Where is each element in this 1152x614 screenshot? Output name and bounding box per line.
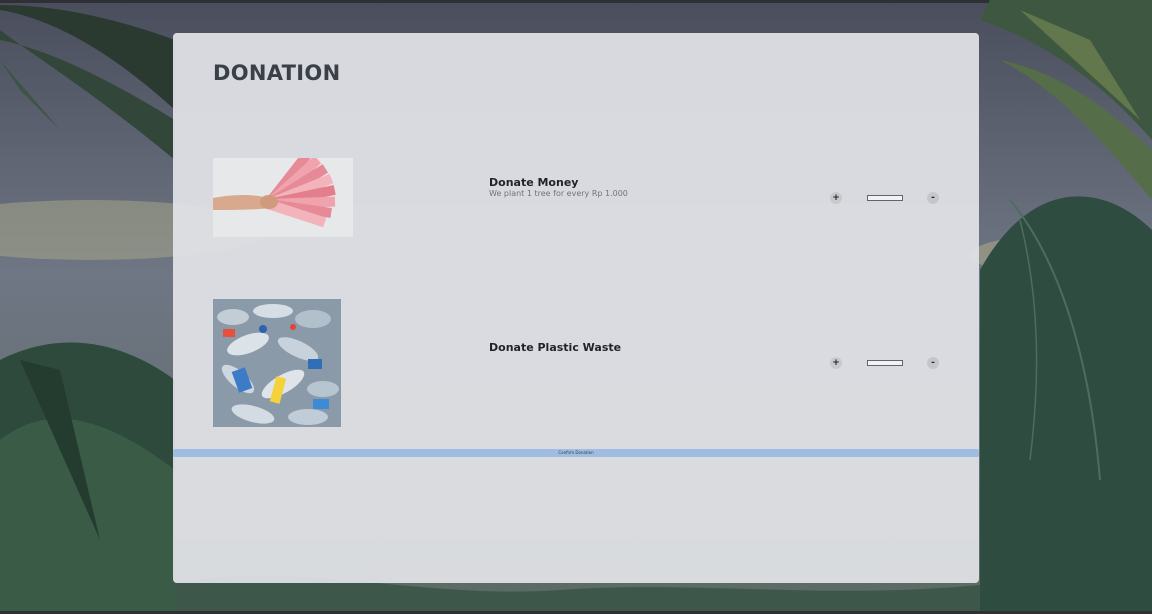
item-title: Donate Money [489, 176, 579, 189]
plastic-image [213, 299, 341, 427]
donation-card: DONATION Donate Money We plant 1 tree fo… [173, 33, 979, 583]
plastic-quantity-stepper: + - [830, 356, 940, 370]
plastic-info: Donate Plastic Waste [489, 341, 621, 354]
item-title: Donate Plastic Waste [489, 341, 622, 354]
donation-item-plastic: Donate Plastic Waste + - [173, 299, 979, 427]
money-quantity-stepper: + - [830, 191, 940, 205]
increase-button[interactable]: + [830, 357, 842, 369]
decrease-button[interactable]: - [927, 357, 939, 369]
donation-item-money: Donate Money We plant 1 tree for every R… [173, 158, 979, 238]
confirm-donation-button[interactable]: Confirm Donation [173, 449, 979, 457]
decrease-button[interactable]: - [927, 192, 939, 204]
page-title: DONATION [213, 61, 341, 85]
plastic-quantity-input[interactable] [867, 360, 903, 366]
increase-button[interactable]: + [830, 192, 842, 204]
money-info: Donate Money We plant 1 tree for every R… [489, 176, 628, 199]
item-subtitle: We plant 1 tree for every Rp 1.000 [489, 189, 628, 198]
money-image [213, 158, 353, 237]
money-quantity-input[interactable] [867, 195, 903, 201]
